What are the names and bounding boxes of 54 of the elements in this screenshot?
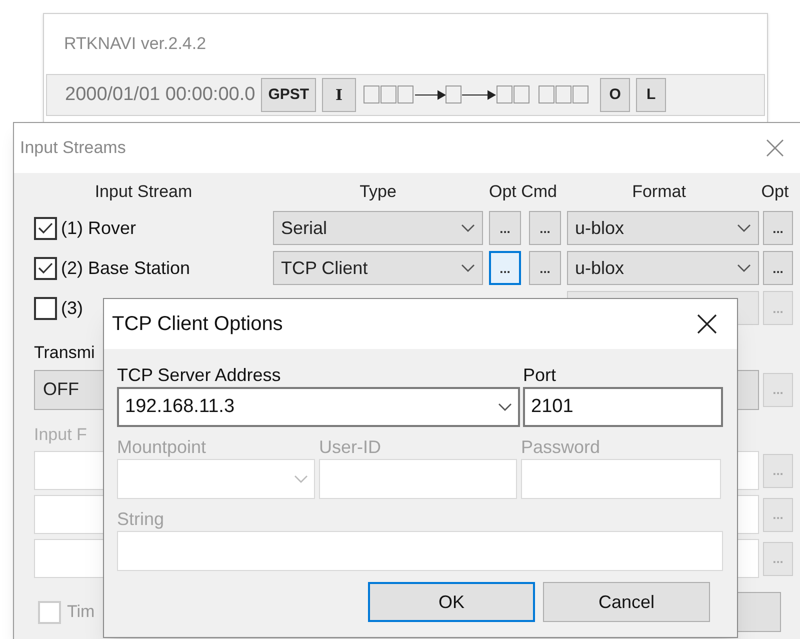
format-dropdown[interactable]: u-blox: [567, 211, 759, 245]
input-field[interactable]: [117, 531, 723, 571]
chevron-down-icon: [498, 403, 512, 411]
stream-label: (2) Base Station: [61, 256, 190, 280]
options-button[interactable]: ...: [529, 211, 561, 245]
dropdown-field[interactable]: 192.168.11.3: [117, 387, 520, 427]
options-button[interactable]: ...: [489, 251, 521, 285]
field-label: Port: [523, 364, 556, 387]
input-field[interactable]: 2101: [523, 387, 723, 427]
toolbar-button[interactable]: O: [600, 78, 630, 112]
stream-label: (1) Rover: [61, 216, 136, 240]
format-dropdown[interactable]: u-blox: [567, 251, 759, 285]
option-label: Tim: [67, 601, 95, 624]
dropdown-field[interactable]: [117, 459, 315, 499]
time-display: 2000/01/01 00:00:00.0: [65, 82, 256, 107]
checkbox[interactable]: [34, 256, 57, 280]
info-button[interactable]: I: [322, 78, 356, 112]
column-header: Opt Cmd: [488, 181, 558, 204]
options-button[interactable]: ...: [529, 251, 561, 285]
chevron-down-icon: [294, 475, 308, 483]
column-header: Type: [358, 181, 398, 204]
field-label: String: [117, 508, 164, 531]
options-button[interactable]: ...: [763, 211, 793, 245]
chevron-down-icon: [737, 224, 751, 232]
chevron-down-icon: [461, 264, 475, 272]
field-label: User-ID: [319, 436, 381, 459]
dialog-button[interactable]: Cancel: [543, 582, 710, 622]
close-icon[interactable]: [697, 314, 717, 334]
column-header: Format: [631, 181, 687, 204]
time-system-button[interactable]: GPST: [261, 78, 316, 112]
checkmark-icon: [38, 222, 53, 234]
input-field[interactable]: [319, 459, 517, 499]
chevron-down-icon: [737, 264, 751, 272]
field-label: Mountpoint: [117, 436, 206, 459]
window-title: RTKNAVI ver.2.4.2: [64, 33, 206, 56]
checkmark-icon: [38, 262, 53, 274]
column-header: Opt: [760, 181, 790, 204]
section-label: Transmi: [34, 342, 95, 364]
checkbox[interactable]: [34, 216, 57, 240]
column-header: Input Stream: [94, 181, 194, 204]
dialog-button[interactable]: OK: [368, 582, 535, 622]
toolbar-button[interactable]: L: [636, 78, 666, 112]
field-label: TCP Server Address: [117, 364, 281, 387]
options-button[interactable]: ...: [763, 251, 793, 285]
options-button[interactable]: ...: [489, 211, 521, 245]
chevron-down-icon: [461, 224, 475, 232]
stream-label: (3): [61, 296, 83, 320]
type-dropdown[interactable]: TCP Client: [273, 251, 483, 285]
dialog-title: TCP Client Options: [112, 312, 283, 337]
dialog-title: Input Streams: [20, 137, 126, 160]
section-label: Input F: [34, 424, 87, 446]
type-dropdown[interactable]: Serial: [273, 211, 483, 245]
input-field[interactable]: [521, 459, 721, 499]
field-label: Password: [521, 436, 600, 459]
